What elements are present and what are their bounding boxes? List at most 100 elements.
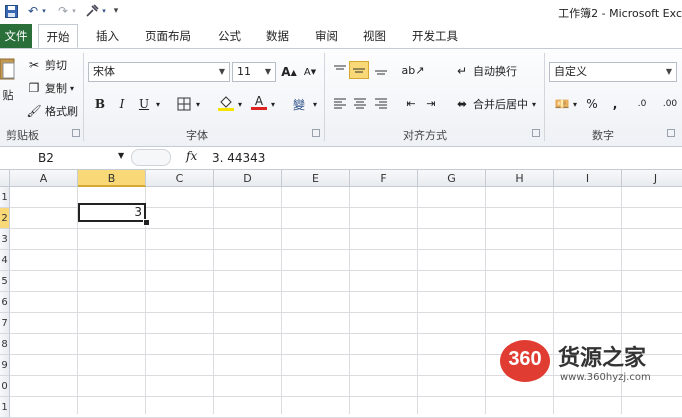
align-middle-button[interactable]: [349, 61, 369, 79]
save-icon[interactable]: [3, 3, 19, 19]
align-right-button[interactable]: [371, 94, 391, 112]
column-header-i[interactable]: I: [554, 170, 622, 187]
formula-input[interactable]: 3. 44343: [212, 149, 265, 167]
customize-tool-icon[interactable]: [84, 3, 100, 19]
phonetic-button[interactable]: 變: [288, 95, 310, 113]
alignment-launcher-icon[interactable]: [532, 129, 540, 137]
fill-handle[interactable]: [143, 219, 150, 226]
row-header[interactable]: 3: [0, 229, 10, 250]
row-header[interactable]: 1: [0, 397, 10, 418]
column-header-b[interactable]: B: [78, 170, 146, 187]
grow-font-button[interactable]: A ▲: [279, 63, 299, 81]
row-header[interactable]: 9: [0, 355, 10, 376]
align-left-button[interactable]: [330, 94, 350, 112]
copy-button[interactable]: ❐ 复制 ▾: [26, 80, 74, 96]
tab-formulas[interactable]: 公式: [218, 24, 241, 48]
formula-bar-splitter[interactable]: [131, 149, 171, 166]
row-header[interactable]: 7: [0, 313, 10, 334]
orientation-button[interactable]: ab↗: [402, 61, 425, 79]
grid-horizontal-line: [10, 291, 682, 292]
underline-button[interactable]: U: [134, 95, 154, 113]
tab-file[interactable]: 文件: [0, 24, 32, 48]
cut-label: 剪切: [45, 59, 67, 72]
font-color-button[interactable]: A: [249, 93, 269, 111]
column-header-g[interactable]: G: [418, 170, 486, 187]
wrap-text-button[interactable]: ↵ 自动换行: [454, 63, 517, 79]
ribbon-tabs: 文件 开始 插入 页面布局 公式 数据 审阅 视图 开发工具: [0, 24, 682, 49]
align-bottom-button[interactable]: [371, 61, 391, 79]
italic-button[interactable]: I: [112, 95, 132, 113]
select-all-corner[interactable]: [0, 170, 10, 187]
column-header-j[interactable]: J: [622, 170, 682, 187]
row-header[interactable]: 6: [0, 292, 10, 313]
bold-button[interactable]: B: [90, 95, 110, 113]
column-header-h[interactable]: H: [486, 170, 554, 187]
row-header[interactable]: 8: [0, 334, 10, 355]
clipboard-launcher-icon[interactable]: [72, 129, 80, 137]
tool-dropdown-icon[interactable]: ▾: [100, 3, 108, 19]
shrink-font-button[interactable]: A ▼: [300, 63, 320, 81]
align-center-button[interactable]: [350, 94, 370, 112]
accounting-dropdown-icon[interactable]: ▾: [570, 95, 580, 113]
tab-home[interactable]: 开始: [38, 24, 78, 48]
font-name-combo[interactable]: 宋体 ▼: [88, 62, 230, 82]
undo-dropdown-icon[interactable]: ▾: [40, 3, 48, 19]
font-size-combo[interactable]: 11 ▼: [232, 62, 276, 82]
increase-decimal-button[interactable]: .0: [632, 95, 652, 113]
undo-icon[interactable]: ↶: [26, 3, 40, 19]
group-label-number: 数字: [592, 129, 614, 142]
decrease-decimal-button[interactable]: .00: [660, 95, 680, 113]
insert-function-icon[interactable]: fx: [186, 149, 197, 163]
grid-vertical-line: [417, 187, 418, 414]
tab-insert[interactable]: 插入: [96, 24, 119, 48]
increase-indent-button[interactable]: ⇥: [421, 94, 441, 112]
brush-icon: 🖌: [26, 104, 42, 118]
active-cell-value: 3: [134, 205, 142, 219]
column-header-a[interactable]: A: [10, 170, 78, 187]
tab-developer[interactable]: 开发工具: [412, 24, 458, 48]
row-header[interactable]: 0: [0, 376, 10, 397]
row-header[interactable]: 1: [0, 187, 10, 208]
row-header[interactable]: 2: [0, 208, 10, 229]
merge-center-button[interactable]: ⬌ 合并后居中 ▾: [454, 96, 536, 112]
fill-color-button[interactable]: [216, 93, 236, 111]
name-box-dropdown-icon[interactable]: ▼: [118, 151, 124, 160]
font-color-dropdown-icon[interactable]: ▾: [268, 95, 278, 113]
column-header-f[interactable]: F: [350, 170, 418, 187]
row-header[interactable]: 5: [0, 271, 10, 292]
name-box[interactable]: B2: [0, 149, 128, 167]
number-launcher-icon[interactable]: [667, 129, 675, 137]
active-cell[interactable]: 3: [78, 203, 146, 222]
decrease-indent-button[interactable]: ⇤: [401, 94, 421, 112]
format-painter-button[interactable]: 🖌 格式刷: [26, 103, 78, 119]
column-header-d[interactable]: D: [214, 170, 282, 187]
grid-vertical-line: [485, 187, 486, 414]
comma-button[interactable]: ,: [605, 95, 625, 113]
ribbon: 贴 ✂ 剪切 ❐ 复制 ▾ 🖌 格式刷 剪贴板 宋体 ▼ 11 ▼ A ▲ A ▼ B I U …: [0, 49, 682, 147]
borders-icon: [177, 97, 191, 111]
underline-dropdown-icon[interactable]: ▾: [153, 95, 163, 113]
font-launcher-icon[interactable]: [312, 129, 320, 137]
borders-dropdown-icon[interactable]: ▾: [193, 95, 203, 113]
grow-arrow-icon: ▲: [290, 67, 297, 77]
qat-menu-icon[interactable]: ▾: [112, 3, 120, 19]
watermark-name: 货源之家: [558, 346, 647, 371]
paste-button[interactable]: 贴: [0, 55, 16, 107]
accounting-format-button[interactable]: 💴: [552, 95, 572, 113]
row-header[interactable]: 4: [0, 250, 10, 271]
borders-button[interactable]: [174, 95, 194, 113]
tab-review[interactable]: 审阅: [315, 24, 338, 48]
phonetic-dropdown-icon[interactable]: ▾: [310, 95, 320, 113]
fill-dropdown-icon[interactable]: ▾: [235, 95, 245, 113]
column-header-e[interactable]: E: [282, 170, 350, 187]
tab-page-layout[interactable]: 页面布局: [145, 24, 191, 48]
percent-button[interactable]: %: [582, 95, 602, 113]
cut-button[interactable]: ✂ 剪切: [26, 57, 67, 73]
number-format-combo[interactable]: 自定义 ▼: [549, 62, 677, 82]
column-header-c[interactable]: C: [146, 170, 214, 187]
tab-data[interactable]: 数据: [266, 24, 289, 48]
align-top-button[interactable]: [330, 61, 350, 79]
tab-view[interactable]: 视图: [363, 24, 386, 48]
redo-dropdown-icon[interactable]: ▾: [70, 3, 78, 19]
redo-icon[interactable]: ↷: [56, 3, 70, 19]
